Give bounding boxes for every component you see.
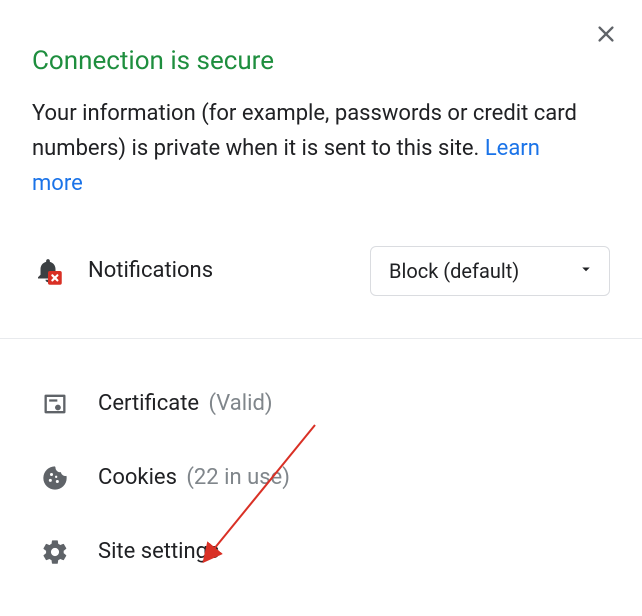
permission-label: Notifications	[88, 258, 346, 283]
close-button[interactable]	[590, 20, 622, 52]
permission-select[interactable]: Block (default)	[370, 246, 610, 296]
permission-row-notifications: Notifications Block (default)	[32, 246, 610, 296]
site-settings-label: Site settings	[98, 539, 219, 564]
page-title: Connection is secure	[32, 46, 610, 76]
certificate-label: Certificate (Valid)	[98, 391, 273, 416]
chevron-down-icon	[577, 259, 595, 283]
gear-icon	[40, 537, 70, 567]
site-settings-row[interactable]: Site settings	[32, 515, 610, 589]
certificate-status: (Valid)	[209, 391, 273, 416]
bell-blocked-icon	[32, 255, 64, 287]
connection-description: Your information (for example, passwords…	[32, 96, 592, 202]
cookie-icon	[40, 463, 70, 493]
cookies-label: Cookies (22 in use)	[98, 465, 290, 490]
certificate-row[interactable]: Certificate (Valid)	[32, 367, 610, 441]
cookies-count: (22 in use)	[186, 465, 289, 490]
cookies-row[interactable]: Cookies (22 in use)	[32, 441, 610, 515]
certificate-icon	[40, 389, 70, 419]
permission-select-value: Block (default)	[389, 259, 519, 283]
close-icon	[595, 23, 617, 49]
